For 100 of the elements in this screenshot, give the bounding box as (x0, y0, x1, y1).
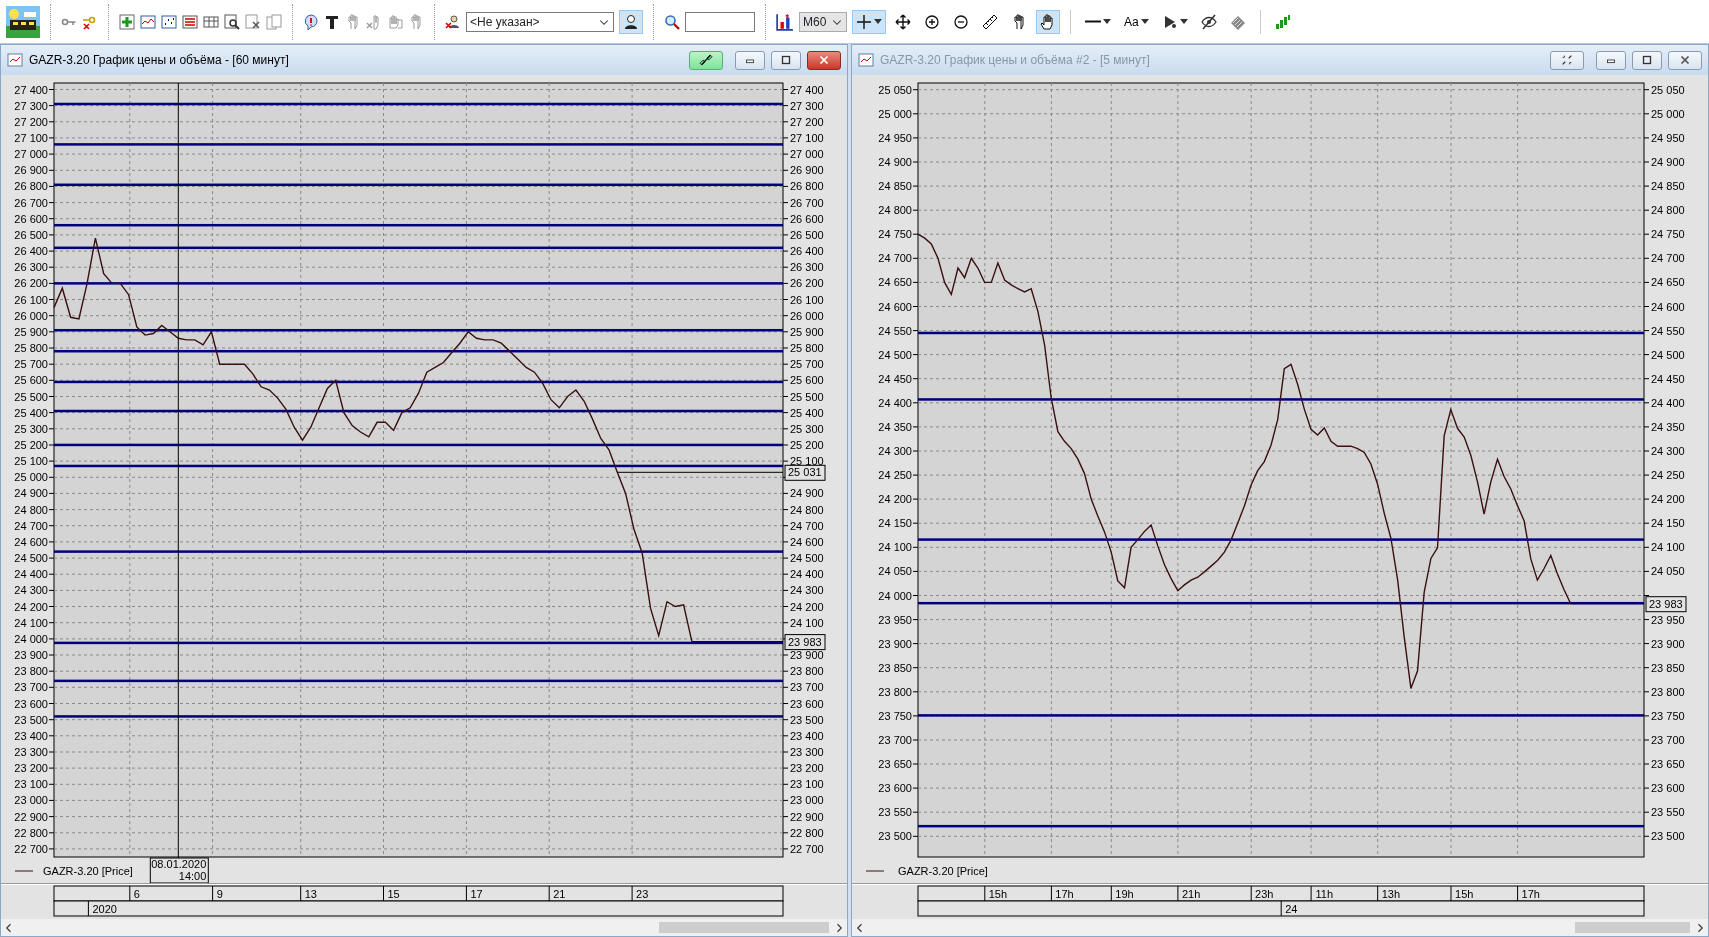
price-axis-label: 24 950 (878, 131, 912, 144)
price-axis-label: 23 700 (790, 681, 824, 694)
price-axis-label: 25 900 (790, 325, 824, 338)
price-axis-label: 25 050 (878, 83, 912, 96)
maximize-icon (779, 53, 793, 67)
last-price-label: 23 983 (691, 634, 826, 651)
line-chart-icon[interactable] (140, 13, 156, 30)
scatter-chart-icon[interactable] (161, 13, 177, 30)
price-axis-label: 25 200 (790, 439, 824, 451)
price-axis-label: 24 700 (14, 519, 48, 532)
price-axis-label: 24 300 (790, 584, 824, 597)
price-axis-label: 22 900 (790, 810, 824, 823)
close-button[interactable] (1668, 50, 1702, 70)
hand-button[interactable] (1036, 9, 1060, 34)
link-button[interactable] (689, 50, 723, 70)
price-axis-label: 23 100 (14, 778, 48, 791)
price-axis-label: 25 000 (878, 107, 912, 120)
price-axis-label: 24 200 (14, 600, 48, 613)
level-line[interactable] (918, 824, 1644, 828)
user-search-button[interactable] (619, 9, 643, 34)
price-axis-label: 23 800 (1651, 685, 1685, 698)
price-axis-label: 25 600 (790, 374, 824, 387)
hand-icon (1040, 13, 1056, 30)
price-axis-label: 27 200 (790, 115, 824, 128)
minimize-button[interactable] (1596, 50, 1626, 70)
price-axis-label: 22 700 (14, 842, 48, 855)
font-button[interactable]: Aa (1120, 9, 1153, 34)
level-line[interactable] (54, 246, 783, 250)
price-axis-label: 24 650 (878, 276, 912, 289)
chart-window-icon (858, 52, 874, 68)
price-axis-label: 24 200 (878, 493, 912, 506)
price-axis-label: 23 900 (790, 649, 824, 661)
level-line[interactable] (54, 102, 783, 106)
level-line[interactable] (54, 380, 783, 384)
minimize-button[interactable] (735, 50, 765, 70)
price-axis-label: 22 800 (14, 826, 48, 839)
price-axis-label: 24 900 (790, 487, 824, 500)
price-axis-label: 27 000 (790, 148, 824, 161)
price-axis-label: 22 900 (14, 810, 48, 823)
level-line[interactable] (54, 443, 783, 447)
price-axis-label: 23 100 (790, 778, 824, 791)
legend-line-icon (14, 870, 34, 872)
search-doc-icon[interactable] (224, 13, 240, 30)
price-axis-label: 24 200 (1651, 493, 1685, 506)
finger-remove-icon[interactable] (366, 13, 382, 30)
level-line[interactable] (918, 601, 1644, 605)
price-axis-label: 24 800 (790, 503, 824, 516)
price-axis-label: 23 650 (878, 758, 912, 770)
last-price-label: 23 983 (1570, 596, 1687, 613)
scrollbar-thumb[interactable] (1575, 922, 1690, 933)
price-axis-label: 27 400 (790, 83, 824, 96)
legend-label: GAZR-3.20 [Price] (898, 865, 988, 877)
price-axis-label: 24 250 (1651, 469, 1685, 482)
app-logo-icon[interactable] (6, 5, 40, 38)
add-icon[interactable] (119, 13, 135, 30)
doc-remove-icon[interactable] (245, 13, 261, 30)
level-line[interactable] (918, 331, 1644, 335)
user-remove-icon[interactable] (445, 13, 461, 30)
price-axis-label: 24 350 (1651, 420, 1685, 433)
search-icon[interactable] (664, 13, 680, 30)
interval-dropdown[interactable]: M60 (799, 11, 847, 32)
price-axis-label: 25 600 (14, 374, 48, 387)
list-icon[interactable] (182, 13, 198, 30)
scrollbar-thumb[interactable] (658, 922, 829, 933)
level-line[interactable] (54, 223, 783, 227)
text-icon[interactable] (324, 13, 340, 30)
table-icon[interactable] (203, 13, 219, 30)
crosshair-date-label: 08.01.2020 14:00 (149, 857, 209, 884)
chart-bars-icon[interactable] (776, 12, 794, 31)
close-button[interactable] (807, 50, 841, 70)
search-field[interactable] (685, 11, 755, 32)
price-axis-label: 24 200 (790, 600, 824, 613)
maximize-button[interactable] (1632, 50, 1662, 70)
price-axis-label: 23 950 (878, 613, 912, 626)
time-axis-label: 6 (133, 888, 140, 900)
info-icon[interactable] (303, 13, 319, 30)
time-axis-label: 11h (1315, 888, 1334, 900)
level-line[interactable] (54, 641, 783, 645)
window-title: GAZR-3.20 График цены и объёма #2 - [5 минут] (880, 52, 1151, 69)
level-line[interactable] (54, 679, 783, 683)
level-line[interactable] (54, 409, 783, 413)
price-axis-label: 23 200 (14, 762, 48, 775)
price-axis-label: 24 000 (14, 632, 48, 645)
price-axis-label: 24 950 (1651, 131, 1685, 144)
client-dropdown[interactable]: <Не указан> (466, 11, 614, 32)
date-axis-label: 2020 (92, 903, 117, 915)
time-axis-label: 15 (387, 888, 400, 900)
price-axis-label: 24 600 (790, 535, 824, 548)
price-axis-label: 23 700 (14, 681, 48, 694)
maximize-button[interactable] (771, 50, 801, 70)
time-axis-label: 17 (470, 888, 483, 900)
crosshair-button[interactable] (852, 9, 886, 34)
time-axis-label: 21 (553, 888, 566, 900)
price-axis-label: 25 800 (14, 342, 48, 354)
level-line[interactable] (54, 183, 783, 187)
level-line[interactable] (54, 464, 783, 468)
price-axis-label: 26 700 (14, 196, 48, 209)
caret-icon (1179, 19, 1188, 24)
price-axis-label: 24 400 (878, 396, 912, 409)
price-axis-label: 25 000 (14, 471, 48, 484)
